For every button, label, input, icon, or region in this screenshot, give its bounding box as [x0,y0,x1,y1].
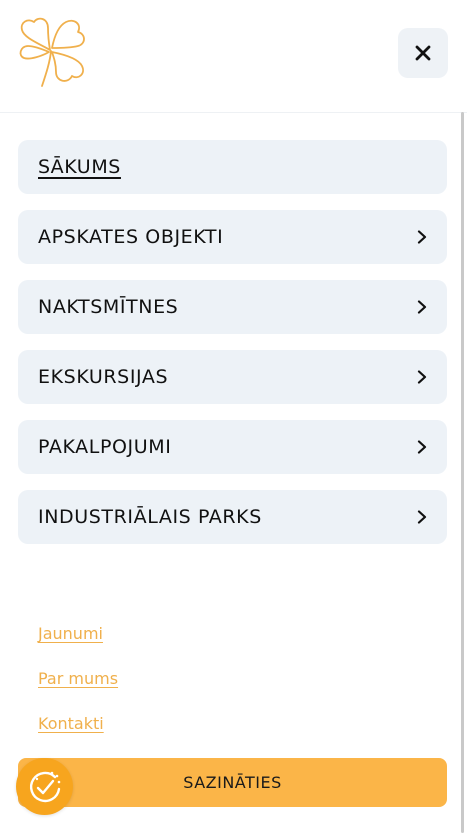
menu-item-label: PAKALPOJUMI [38,436,172,458]
scrollbar[interactable] [461,112,464,833]
footer-links: Jaunumi Par mums Kontakti [38,624,118,759]
menu-item-label: INDUSTRIĀLAIS PARKS [38,506,262,528]
menu-item-industrialais-parks[interactable]: INDUSTRIĀLAIS PARKS [18,490,447,544]
chevron-right-icon[interactable] [415,300,429,314]
header [0,0,467,113]
contact-button-label: SAZINĀTIES [183,773,282,792]
menu-item-naktsmitnes[interactable]: NAKTSMĪTNES [18,280,447,334]
chevron-right-icon[interactable] [415,510,429,524]
menu-item-label: SĀKUMS [38,156,121,178]
menu-item-sakums[interactable]: SĀKUMS [18,140,447,194]
contact-button[interactable]: SAZINĀTIES [18,758,447,807]
chevron-right-icon[interactable] [415,370,429,384]
chevron-right-icon[interactable] [415,230,429,244]
menu-item-label: EKSKURSIJAS [38,366,169,388]
mobile-menu-page: SĀKUMS APSKATES OBJEKTI NAKTSMĪTNES EKSK… [0,0,467,833]
cookie-consent-button[interactable] [16,758,73,815]
menu-item-ekskursijas[interactable]: EKSKURSIJAS [18,350,447,404]
menu-item-apskates-objekti[interactable]: APSKATES OBJEKTI [18,210,447,264]
clover-logo-icon[interactable] [16,14,92,90]
menu-item-pakalpojumi[interactable]: PAKALPOJUMI [18,420,447,474]
close-icon [415,45,431,61]
close-button[interactable] [398,28,448,78]
main-menu: SĀKUMS APSKATES OBJEKTI NAKTSMĪTNES EKSK… [18,140,447,560]
cookie-consent-icon [29,771,60,802]
menu-item-label: APSKATES OBJEKTI [38,226,224,248]
link-kontakti[interactable]: Kontakti [38,714,118,759]
chevron-right-icon[interactable] [415,440,429,454]
link-jaunumi[interactable]: Jaunumi [38,624,118,669]
link-par-mums[interactable]: Par mums [38,669,118,714]
menu-item-label: NAKTSMĪTNES [38,296,179,318]
